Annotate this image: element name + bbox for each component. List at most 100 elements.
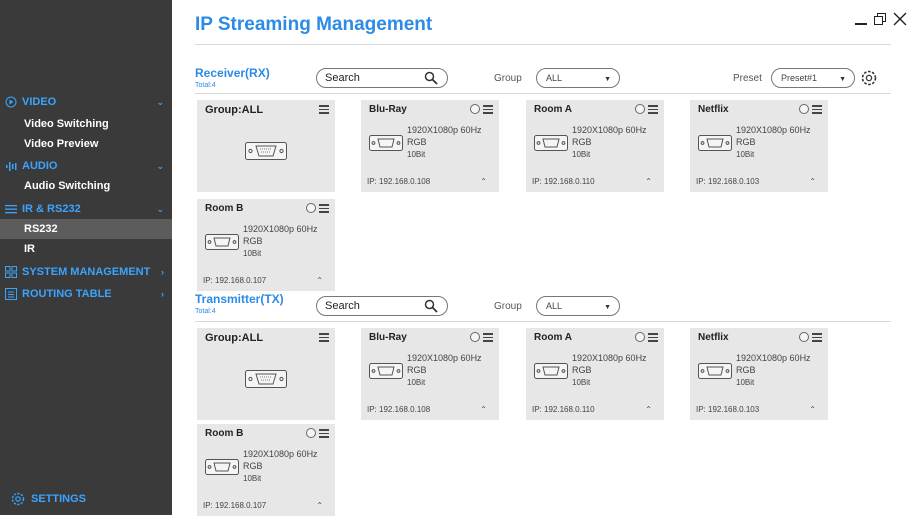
chevron-up-icon[interactable]: ⌃ [809,405,816,414]
receiver-search-input[interactable]: Search [316,68,448,88]
system-management-icon [4,265,18,279]
receiver-total: Total:4 [195,82,216,89]
minimize-icon[interactable] [852,9,870,29]
video-icon [4,95,18,109]
device-ip: IP: 192.168.0.107 [203,276,267,285]
sidebar-item-rs232[interactable]: RS232 [0,219,172,239]
hamburger-menu-icon[interactable] [812,105,822,114]
receiver-group-dropdown[interactable]: ALL ▼ [536,68,620,88]
device-resolution: 1920X1080p 60Hz [572,125,647,135]
chevron-up-icon[interactable]: ⌃ [480,177,487,186]
receiver-divider [195,93,891,94]
device-card-room-b[interactable]: Room B 1920X1080p 60Hz RGB 10Bit IP: 192… [197,199,335,291]
chevron-up-icon[interactable]: ⌃ [480,405,487,414]
hdmi-port-icon [534,363,568,379]
chevron-up-icon[interactable]: ⌃ [316,501,323,510]
chevron-down-icon: ⌄ [156,160,164,171]
select-radio[interactable] [306,428,316,438]
routing-table-icon [4,287,18,301]
hamburger-menu-icon[interactable] [483,333,493,342]
device-depth: 10Bit [407,378,426,387]
sidebar-section-label: AUDIO [22,160,58,172]
select-radio[interactable] [635,332,645,342]
sidebar-item-label: Audio Switching [24,180,111,192]
chevron-down-icon: ⌄ [156,203,164,214]
hamburger-menu-icon[interactable] [483,105,493,114]
close-icon[interactable] [891,9,909,29]
device-card-blu-ray[interactable]: Blu-Ray 1920X1080p 60Hz RGB 10Bit IP: 19… [361,100,499,192]
device-name: Netflix [698,332,729,343]
sidebar-section-label: ROUTING TABLE [22,288,112,300]
hamburger-menu-icon[interactable] [648,105,658,114]
sidebar-item-audio-switching[interactable]: Audio Switching [0,176,172,196]
device-resolution: 1920X1080p 60Hz [243,224,318,234]
device-depth: 10Bit [572,150,591,159]
device-card-netflix[interactable]: Netflix 1920X1080p 60Hz RGB 10Bit IP: 19… [690,328,828,420]
device-ip: IP: 192.168.0.107 [203,501,267,510]
device-format: RGB [736,137,756,147]
device-depth: 10Bit [572,378,591,387]
sidebar-item-ir[interactable]: IR [0,239,172,259]
sidebar-section-ir-rs232[interactable]: IR & RS232 ⌄ [0,200,172,218]
device-format: RGB [243,461,263,471]
transmitter-search-input[interactable]: Search [316,296,448,316]
dropdown-arrow-icon: ▼ [839,76,846,83]
select-radio[interactable] [470,104,480,114]
group-card[interactable]: Group:ALL [197,100,335,192]
device-name: Room B [205,203,244,214]
device-resolution: 1920X1080p 60Hz [407,353,482,363]
device-resolution: 1920X1080p 60Hz [407,125,482,135]
hamburger-menu-icon[interactable] [319,429,329,438]
gear-icon[interactable] [860,69,878,87]
sidebar-section-audio[interactable]: AUDIO ⌄ [0,157,172,175]
sidebar-section-routing-table[interactable]: ROUTING TABLE › [0,285,172,303]
device-name: Blu-Ray [369,332,407,343]
chevron-up-icon[interactable]: ⌃ [809,177,816,186]
sidebar-item-label: Video Preview [24,138,99,150]
sidebar-item-video-preview[interactable]: Video Preview [0,134,172,154]
device-format: RGB [243,236,263,246]
search-placeholder: Search [325,300,360,312]
sidebar-section-system-management[interactable]: SYSTEM MANAGEMENT › [0,263,172,281]
hamburger-menu-icon[interactable] [319,333,329,342]
settings-button[interactable]: SETTINGS [10,491,86,507]
chevron-right-icon: › [161,289,164,299]
hdmi-port-icon [698,135,732,151]
device-card-room-b[interactable]: Room B 1920X1080p 60Hz RGB 10Bit IP: 192… [197,424,335,516]
restore-icon[interactable] [871,9,889,29]
select-radio[interactable] [635,104,645,114]
sidebar-section-label: IR & RS232 [22,203,81,215]
gear-icon [10,491,26,507]
preset-dropdown[interactable]: Preset#1 ▼ [771,68,855,88]
hamburger-menu-icon[interactable] [319,204,329,213]
ir-rs232-icon [4,202,18,216]
chevron-up-icon[interactable]: ⌃ [645,405,652,414]
select-radio[interactable] [799,332,809,342]
device-depth: 10Bit [736,378,755,387]
receiver-title: Receiver(RX) [195,66,270,80]
device-card-blu-ray[interactable]: Blu-Ray 1920X1080p 60Hz RGB 10Bit IP: 19… [361,328,499,420]
select-radio[interactable] [470,332,480,342]
chevron-up-icon[interactable]: ⌃ [316,276,323,285]
hamburger-menu-icon[interactable] [319,105,329,114]
group-card-label: Group:ALL [205,332,264,344]
device-card-room-a[interactable]: Room A 1920X1080p 60Hz RGB 10Bit IP: 192… [526,100,664,192]
page-title: IP Streaming Management [195,14,433,35]
device-name: Room A [534,104,572,115]
device-card-netflix[interactable]: Netflix 1920X1080p 60Hz RGB 10Bit IP: 19… [690,100,828,192]
search-icon [424,71,438,85]
device-card-room-a[interactable]: Room A 1920X1080p 60Hz RGB 10Bit IP: 192… [526,328,664,420]
sidebar-section-video[interactable]: VIDEO ⌄ [0,93,172,111]
group-card[interactable]: Group:ALL [197,328,335,420]
device-ip: IP: 192.168.0.108 [367,177,431,186]
sidebar-item-video-switching[interactable]: Video Switching [0,114,172,134]
hamburger-menu-icon[interactable] [648,333,658,342]
device-depth: 10Bit [407,150,426,159]
device-resolution: 1920X1080p 60Hz [736,353,811,363]
select-radio[interactable] [799,104,809,114]
transmitter-title: Transmitter(TX) [195,292,284,306]
select-radio[interactable] [306,203,316,213]
transmitter-group-dropdown[interactable]: ALL ▼ [536,296,620,316]
hamburger-menu-icon[interactable] [812,333,822,342]
chevron-up-icon[interactable]: ⌃ [645,177,652,186]
